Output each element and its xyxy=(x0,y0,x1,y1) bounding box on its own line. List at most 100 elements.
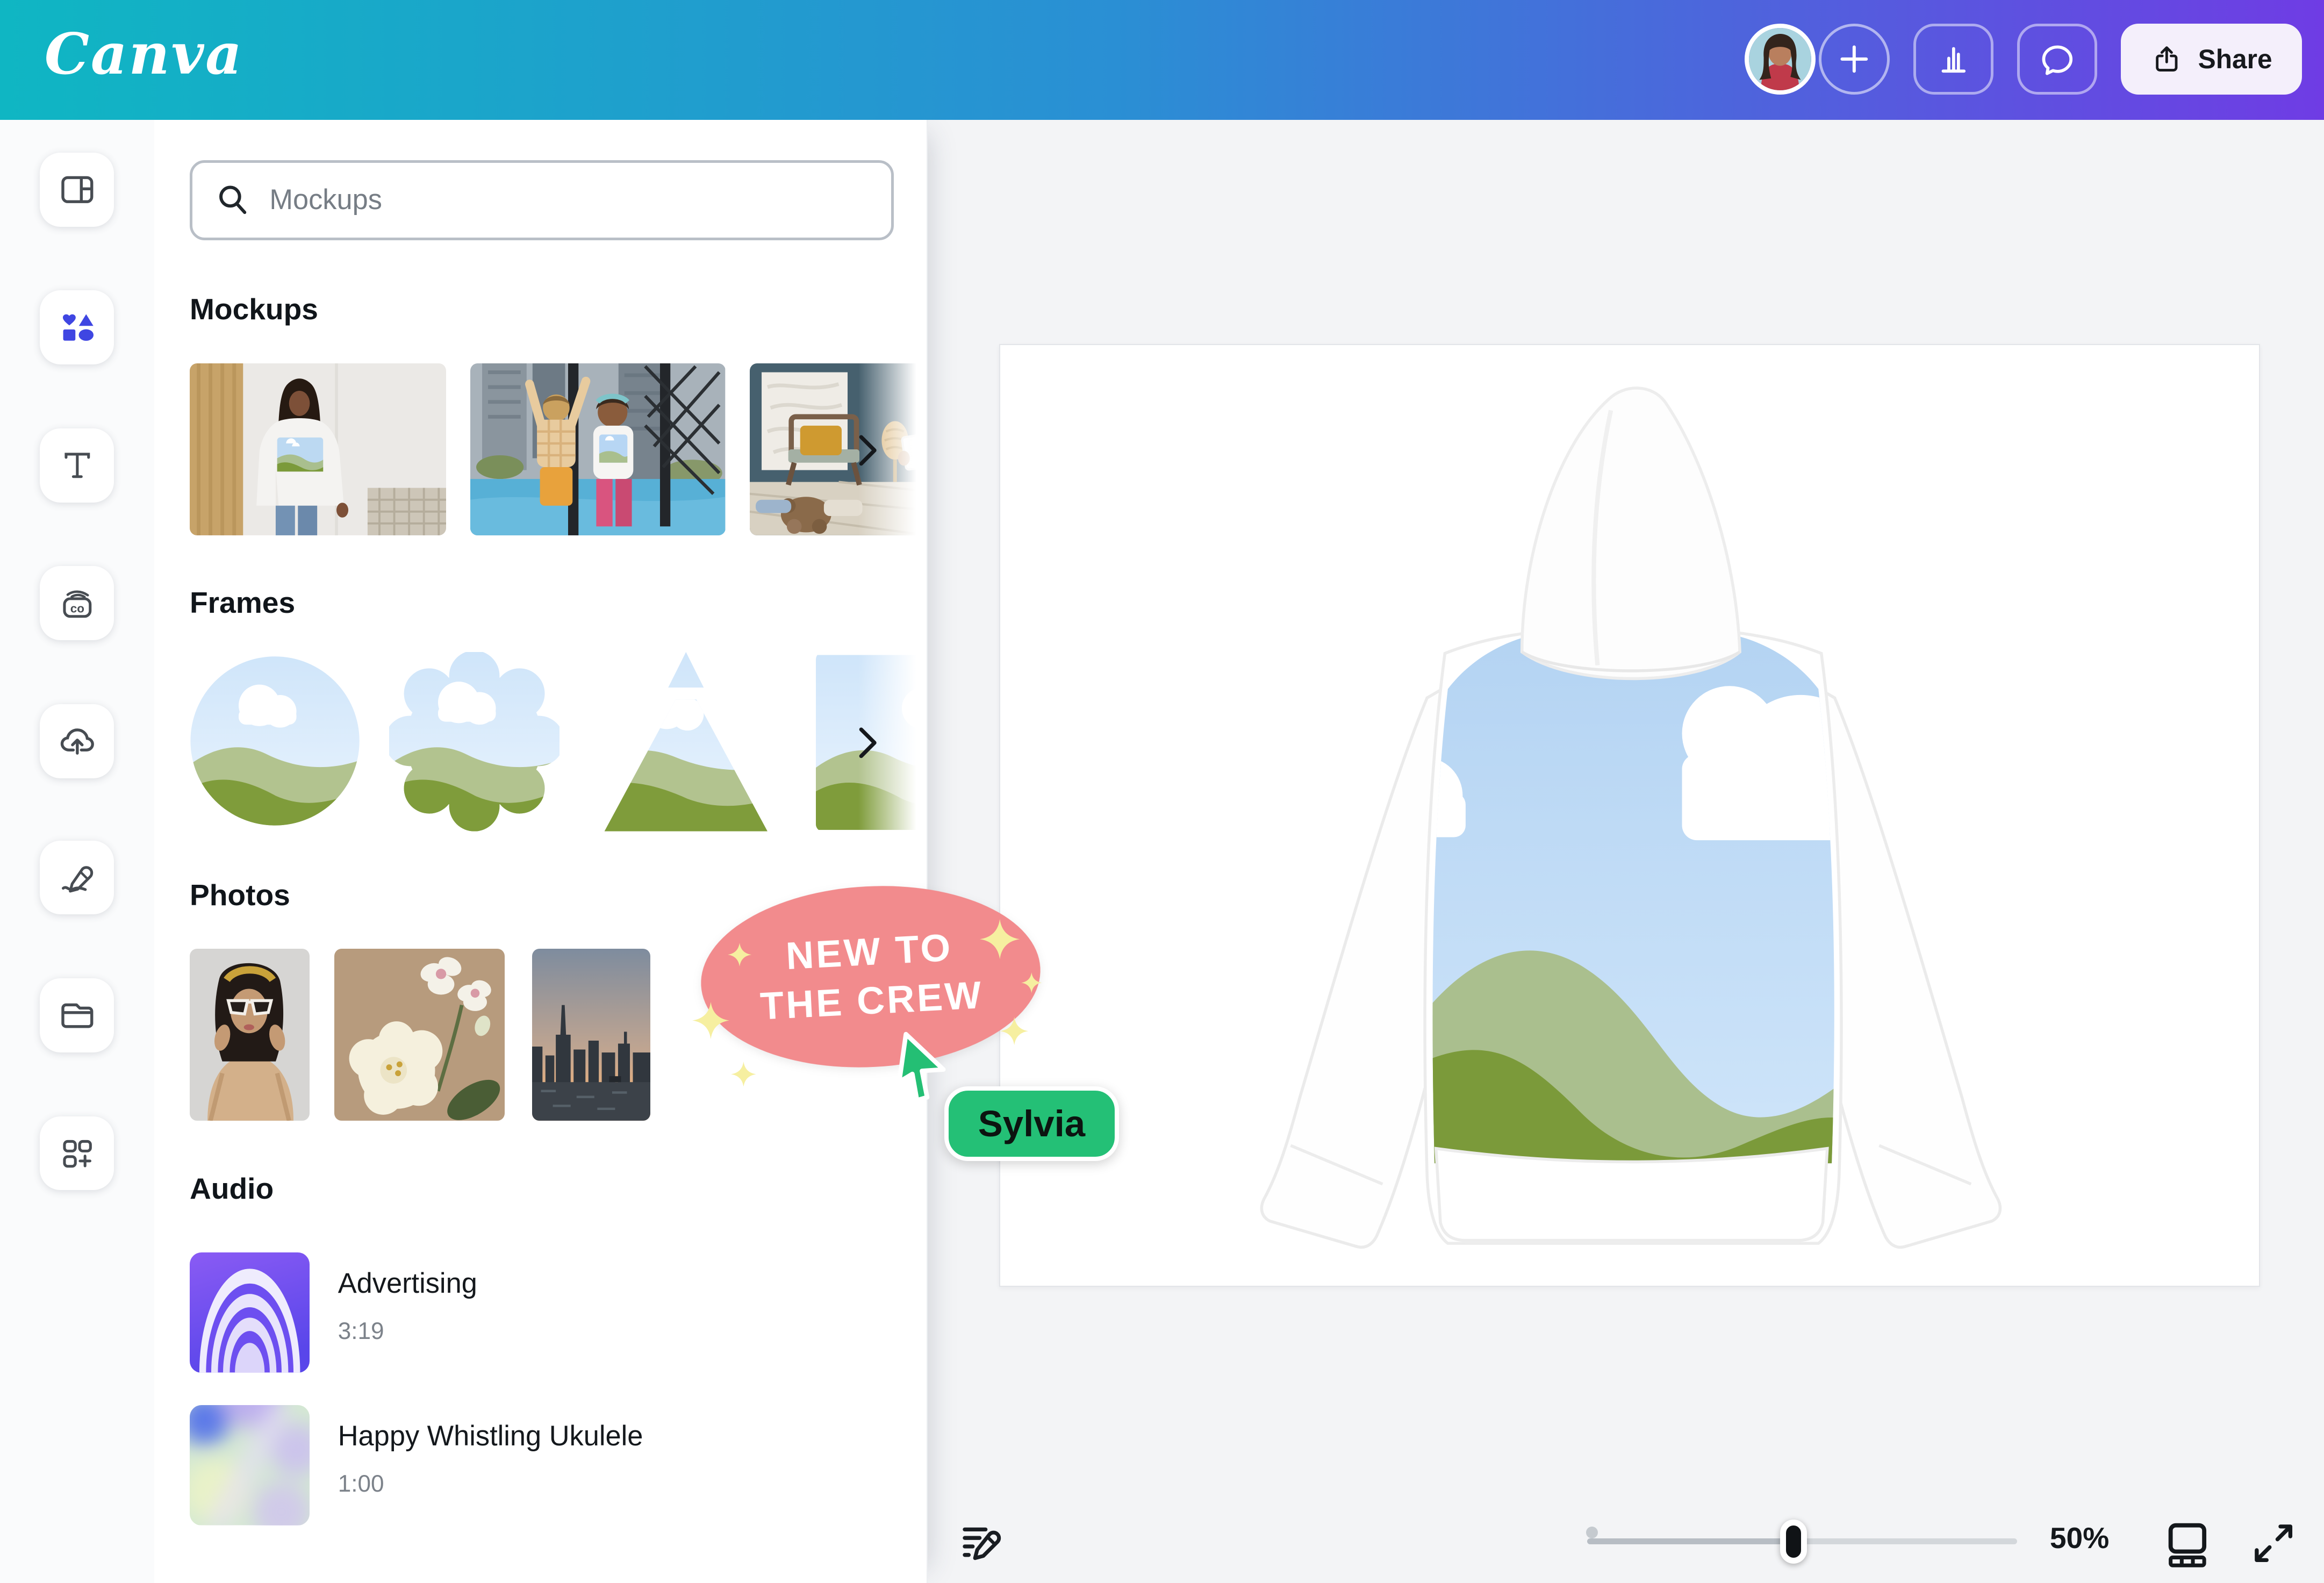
mockups-row xyxy=(190,363,927,535)
design-canvas xyxy=(928,120,2324,1583)
bar-chart-icon xyxy=(1934,40,1973,78)
frame-shape xyxy=(190,652,360,832)
share-upload-icon xyxy=(2150,43,2183,76)
artboard-page[interactable] xyxy=(999,344,2261,1287)
rail-item-elements[interactable] xyxy=(40,290,114,364)
cloud-upload-icon xyxy=(58,722,97,761)
audio-title: Advertising xyxy=(338,1267,477,1300)
rail-item-projects[interactable] xyxy=(40,978,114,1052)
frames-row xyxy=(190,652,927,832)
section-title-frames: Frames xyxy=(190,585,295,620)
rail-item-text[interactable] xyxy=(40,428,114,503)
audio-item-advertising[interactable]: Advertising 3:19 xyxy=(190,1252,812,1372)
search-icon xyxy=(213,181,252,219)
audio-artwork xyxy=(190,1405,310,1525)
share-button[interactable]: Share xyxy=(2121,24,2301,95)
sticker-text-line1: NEW TO xyxy=(785,926,954,979)
slider-knob[interactable] xyxy=(1780,1520,1807,1564)
sparkle-icon xyxy=(728,943,751,966)
share-label: Share xyxy=(2198,44,2272,75)
zoom-level[interactable]: 50% xyxy=(2050,1521,2109,1555)
comment-bubble-icon xyxy=(2038,40,2077,78)
rail-item-apps[interactable] xyxy=(40,1116,114,1191)
pages-view-icon xyxy=(2162,1518,2213,1568)
section-title-audio: Audio xyxy=(190,1171,274,1206)
search-input[interactable] xyxy=(269,184,870,216)
canva-logo[interactable]: Canva xyxy=(45,21,243,87)
mockup-thumb-image xyxy=(470,363,725,535)
rail-item-design[interactable] xyxy=(40,153,114,227)
pages-view-button[interactable] xyxy=(2158,1514,2217,1573)
audio-duration: 1:00 xyxy=(338,1471,384,1498)
more-mockups-button[interactable] xyxy=(849,428,885,473)
frame-shape xyxy=(389,652,560,832)
audio-item-ukulele[interactable]: Happy Whistling Ukulele 1:00 xyxy=(190,1405,812,1525)
add-button[interactable] xyxy=(1819,24,1890,95)
zoom-slider[interactable] xyxy=(1587,1524,2017,1559)
sparkle-icon xyxy=(692,1002,729,1039)
section-title-photos: Photos xyxy=(190,878,290,912)
sticker-text-line2: THE CREW xyxy=(759,973,985,1029)
tool-rail: co xyxy=(0,120,154,1583)
avatar-portrait xyxy=(1749,28,1811,90)
sticker-ellipse: NEW TO THE CREW xyxy=(697,878,1045,1076)
photo-image xyxy=(190,949,310,1121)
rail-item-uploads[interactable] xyxy=(40,704,114,778)
notes-button[interactable] xyxy=(955,1515,1011,1571)
canva-editor: Canva xyxy=(0,0,2324,1583)
design-grid-icon xyxy=(58,170,97,209)
expand-arrows-icon xyxy=(2250,1520,2297,1567)
fullscreen-button[interactable] xyxy=(2244,1514,2303,1573)
slider-track[interactable] xyxy=(1795,1538,2018,1544)
notes-pencil-icon xyxy=(959,1520,1006,1567)
audio-thumb-pastel xyxy=(190,1405,310,1525)
frame-mountain[interactable] xyxy=(584,652,788,832)
elements-shapes-icon xyxy=(58,309,97,347)
collaborator-cursor xyxy=(890,1032,955,1108)
slider-track-filled[interactable] xyxy=(1587,1538,1795,1544)
projects-folder-icon xyxy=(58,996,97,1035)
draw-pencil-icon xyxy=(58,858,97,897)
sparkle-icon xyxy=(731,1062,756,1087)
chevron-right-icon xyxy=(851,431,884,470)
photo-thumb-flowers[interactable] xyxy=(334,949,505,1121)
photo-image xyxy=(532,949,651,1121)
audio-thumb-arches xyxy=(190,1252,310,1372)
mockup-thumb-kids-playground[interactable] xyxy=(470,363,725,535)
audio-duration: 3:19 xyxy=(338,1318,384,1345)
mockup-thumb-interior[interactable] xyxy=(750,363,926,535)
comments-button[interactable] xyxy=(2017,24,2097,95)
hoodie-mockup xyxy=(1000,345,2262,1288)
frame-circle[interactable] xyxy=(190,652,360,832)
resources-panel: Mockups xyxy=(154,120,928,1583)
photo-thumb-city[interactable] xyxy=(532,949,651,1121)
audio-title: Happy Whistling Ukulele xyxy=(338,1420,643,1452)
collaborator-name-tag: Sylvia xyxy=(944,1086,1120,1161)
rail-item-draw[interactable] xyxy=(40,841,114,915)
avatar[interactable] xyxy=(1745,24,1816,95)
brand-co-icon: co xyxy=(58,584,97,623)
frame-scallop[interactable] xyxy=(389,652,560,832)
rail-item-brand[interactable]: co xyxy=(40,566,114,640)
audio-artwork xyxy=(190,1252,310,1372)
sparkle-icon xyxy=(980,919,1020,959)
photo-thumb-portrait[interactable] xyxy=(190,949,310,1121)
chevron-right-icon xyxy=(851,724,884,762)
section-title-mockups: Mockups xyxy=(190,292,318,326)
sticker-new-to-the-crew[interactable]: NEW TO THE CREW xyxy=(686,875,1072,1097)
sparkle-icon xyxy=(1000,1017,1028,1045)
mockup-thumb-image xyxy=(750,363,926,535)
svg-text:co: co xyxy=(70,601,84,615)
topbar-controls: Share xyxy=(1745,24,2302,95)
apps-grid-plus-icon xyxy=(58,1134,97,1173)
photo-image xyxy=(334,949,505,1121)
text-tool-icon xyxy=(58,446,97,485)
topbar: Canva xyxy=(0,0,2324,120)
mockup-thumb-hoodie-woman[interactable] xyxy=(190,363,446,535)
sparkle-icon xyxy=(1021,972,1042,993)
more-frames-button[interactable] xyxy=(849,720,885,765)
slider-origin-dot xyxy=(1586,1527,1598,1538)
insights-button[interactable] xyxy=(1913,24,1993,95)
frame-shape xyxy=(584,652,788,832)
mockup-thumb-image xyxy=(190,363,446,535)
